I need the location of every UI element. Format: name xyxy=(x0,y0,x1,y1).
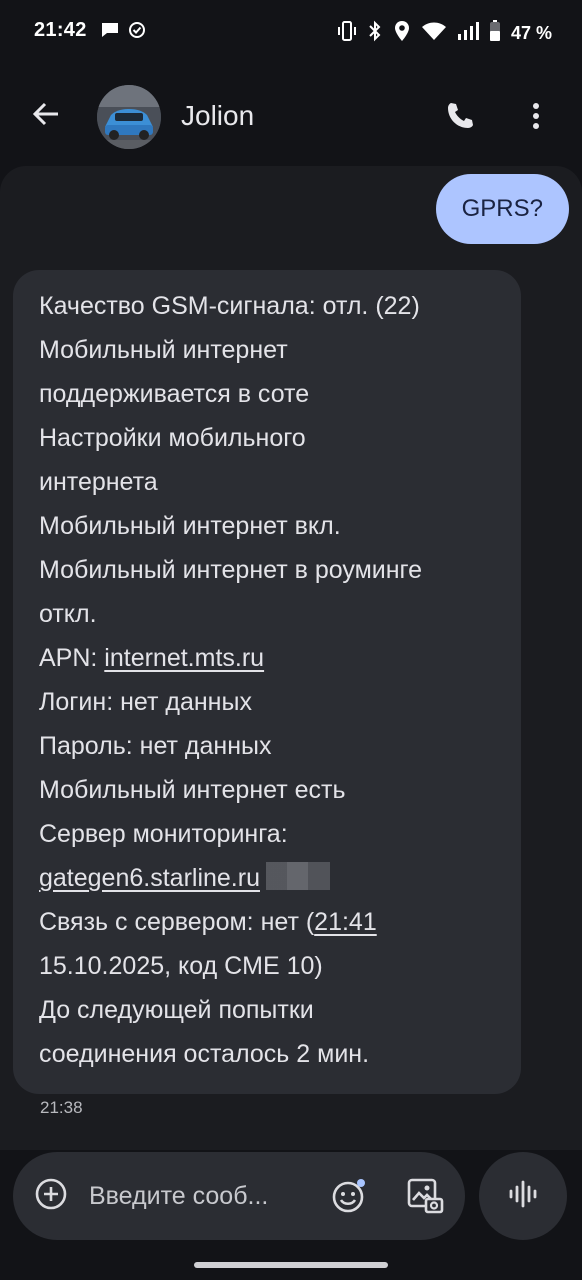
redacted-block xyxy=(265,862,330,890)
home-indicator[interactable] xyxy=(194,1262,388,1268)
status-time: 21:42 xyxy=(34,19,87,41)
outgoing-message[interactable]: GPRS? xyxy=(435,174,569,244)
bluetooth-icon xyxy=(367,20,383,47)
message-composer xyxy=(13,1152,465,1240)
message-line: До следующей попытки xyxy=(39,996,314,1024)
server-status-text: Связь с сервером: нет ( xyxy=(39,908,315,936)
message-line: Мобильный интернет вкл. xyxy=(39,512,341,540)
message-input[interactable] xyxy=(89,1179,309,1213)
more-vert-icon xyxy=(532,102,540,135)
battery-icon xyxy=(489,20,501,47)
message-line: Мобильный интернет xyxy=(39,336,288,364)
phone-icon xyxy=(444,100,476,137)
apn-label: APN: xyxy=(39,644,105,672)
signal-icon xyxy=(457,21,479,46)
message-line: gategen6.starline.ru xyxy=(39,856,495,900)
contact-name[interactable]: Jolion xyxy=(181,100,254,132)
message-line: Мобильный интернет есть xyxy=(39,776,346,804)
outgoing-message-text: GPRS? xyxy=(461,195,543,222)
arrow-back-icon xyxy=(31,99,61,134)
message-line: Настройки мобильного xyxy=(39,424,306,452)
server-link[interactable]: gategen6.starline.ru xyxy=(39,864,260,892)
message-line: Пароль: нет данных xyxy=(39,732,272,760)
chat-bubble-icon xyxy=(100,21,120,44)
add-attachment-button[interactable] xyxy=(33,1178,69,1214)
battery-percent: 47 % xyxy=(510,23,552,43)
voice-waveform-icon xyxy=(507,1178,539,1215)
contact-avatar[interactable] xyxy=(97,85,161,149)
conversation-header: Jolion xyxy=(0,70,582,164)
emoji-icon xyxy=(330,1177,368,1220)
message-line: поддерживается в соте xyxy=(39,380,310,408)
message-timestamp: 21:38 xyxy=(40,1098,83,1117)
message-list[interactable]: GPRS? Качество GSM-сигнала: отл. (22) Мо… xyxy=(0,166,582,1150)
message-line: интернета xyxy=(39,468,158,496)
apn-link[interactable]: internet.mts.ru xyxy=(104,644,264,672)
vibrate-icon xyxy=(337,20,357,47)
time-link[interactable]: 21:41 xyxy=(314,908,377,936)
emoji-button[interactable] xyxy=(329,1178,369,1218)
check-circle-icon xyxy=(128,21,146,44)
location-icon xyxy=(393,20,411,47)
message-line: Мобильный интернет в роуминге xyxy=(39,556,423,584)
back-button[interactable] xyxy=(22,92,70,140)
incoming-message[interactable]: Качество GSM-сигнала: отл. (22) Мобильны… xyxy=(13,270,521,1094)
message-line: Связь с сервером: нет (21:41 xyxy=(39,900,495,944)
wifi-icon xyxy=(421,21,447,46)
message-line: Логин: нет данных xyxy=(39,688,252,716)
message-line: APN: internet.mts.ru xyxy=(39,636,495,680)
message-line: Качество GSM-сигнала: отл. (22) xyxy=(39,292,420,320)
voice-message-button[interactable] xyxy=(479,1152,567,1240)
gallery-button[interactable] xyxy=(403,1176,447,1220)
add-circle-icon xyxy=(34,1177,68,1216)
message-line: откл. xyxy=(39,600,97,628)
status-bar: 21:42 47 % xyxy=(0,0,582,64)
message-line: Сервер мониторинга: xyxy=(39,820,288,848)
messages-screen: 21:42 47 % Jolion GPRS? Качество GSM-сиг… xyxy=(0,0,582,1280)
gallery-icon xyxy=(405,1176,445,1221)
more-options-button[interactable] xyxy=(512,94,560,142)
message-line: 15.10.2025, код CME 10) xyxy=(39,952,323,980)
message-line: соединения осталось 2 мин. xyxy=(39,1040,370,1068)
call-button[interactable] xyxy=(436,94,484,142)
